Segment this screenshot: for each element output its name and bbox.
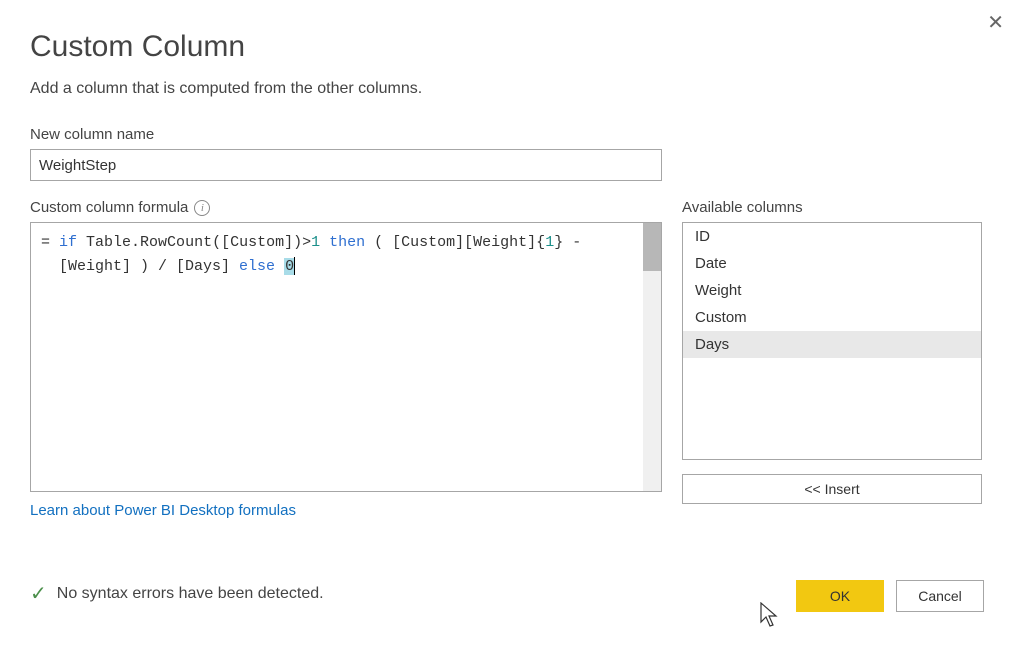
close-icon[interactable]: ✕ xyxy=(987,10,1004,35)
formula-scrollbar[interactable] xyxy=(643,223,661,491)
cancel-button[interactable]: Cancel xyxy=(896,580,984,612)
mouse-cursor-icon xyxy=(760,602,780,628)
list-item[interactable]: Custom xyxy=(683,304,981,331)
dialog-subtitle: Add a column that is computed from the o… xyxy=(30,80,984,98)
custom-column-dialog: ✕ Custom Column Add a column that is com… xyxy=(0,0,1024,648)
status-bar: ✓ No syntax errors have been detected. xyxy=(30,581,324,606)
available-columns-list[interactable]: ID Date Weight Custom Days xyxy=(682,222,982,460)
list-item[interactable]: Days xyxy=(683,331,981,358)
ok-button[interactable]: OK xyxy=(796,580,884,612)
list-item[interactable]: Weight xyxy=(683,277,981,304)
column-name-label: New column name xyxy=(30,126,984,143)
text-cursor xyxy=(294,257,295,275)
list-item[interactable]: ID xyxy=(683,223,981,250)
column-name-input[interactable] xyxy=(30,149,662,181)
scrollbar-thumb[interactable] xyxy=(643,223,661,271)
learn-formulas-link[interactable]: Learn about Power BI Desktop formulas xyxy=(30,502,296,519)
info-icon[interactable]: i xyxy=(194,200,210,216)
formula-label: Custom column formula i xyxy=(30,199,662,216)
dialog-title: Custom Column xyxy=(30,30,984,64)
available-columns-label: Available columns xyxy=(682,199,984,216)
insert-button[interactable]: << Insert xyxy=(682,474,982,504)
formula-input[interactable]: = if Table.RowCount([Custom])>1 then ( [… xyxy=(30,222,662,492)
list-item[interactable]: Date xyxy=(683,250,981,277)
status-message: No syntax errors have been detected. xyxy=(57,585,324,603)
check-icon: ✓ xyxy=(30,581,47,606)
dialog-footer: OK Cancel xyxy=(796,580,984,612)
formula-label-text: Custom column formula xyxy=(30,199,188,216)
